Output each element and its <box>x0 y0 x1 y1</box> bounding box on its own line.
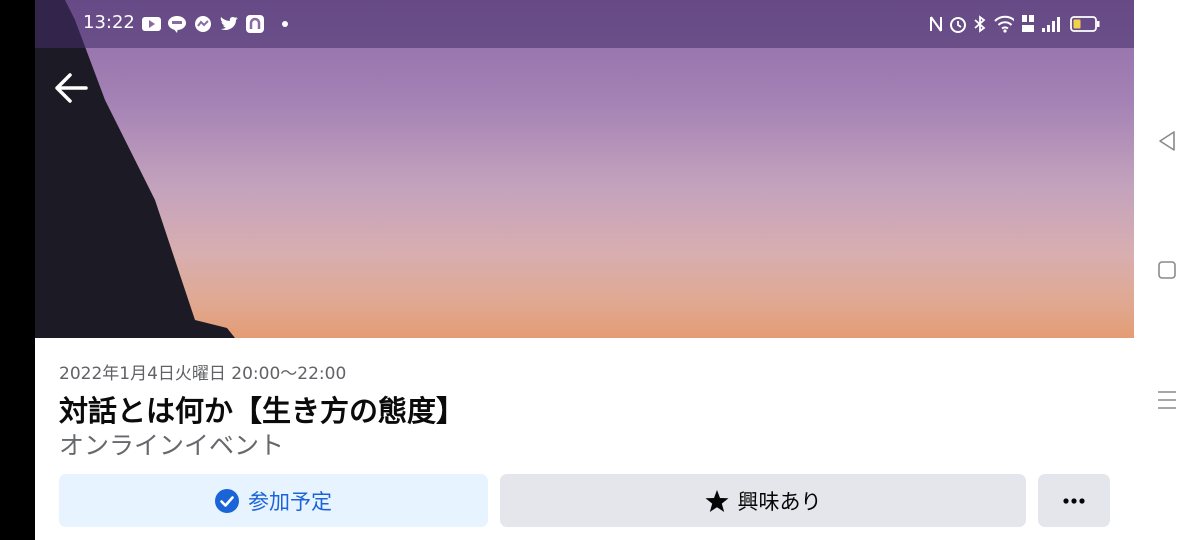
back-button[interactable] <box>51 68 91 108</box>
interested-label: 興味あり <box>737 489 822 514</box>
silhouette-shape <box>35 0 235 338</box>
star-icon <box>705 489 729 513</box>
nav-back-button[interactable] <box>1155 129 1179 153</box>
cover-photo: 13:22 <box>35 0 1134 338</box>
nav-home-button[interactable] <box>1155 258 1179 282</box>
twitter-icon <box>219 14 239 34</box>
nav-menu-button[interactable] <box>1155 388 1179 412</box>
status-bar: 13:22 <box>35 0 1134 48</box>
menu-lines-icon <box>1158 391 1176 409</box>
youtube-icon <box>141 14 161 34</box>
messenger-icon <box>193 14 213 34</box>
interested-button[interactable]: 興味あり <box>500 474 1026 527</box>
going-button[interactable]: 参加予定 <box>59 474 488 527</box>
event-type: オンラインイベント <box>59 431 285 460</box>
arrow-left-icon <box>55 73 88 103</box>
dot-icon <box>275 14 295 34</box>
event-date-time: 2022年1月4日火曜日 20:00〜22:00 <box>59 364 347 384</box>
wifi-icon <box>994 14 1014 34</box>
bluetooth-icon <box>970 14 990 34</box>
event-page: 13:22 2022年1月4日火曜日 20:00〜22:00 対話とは何か【生き… <box>35 0 1134 540</box>
nfc-icon <box>926 14 946 34</box>
system-nav-bar <box>1134 0 1200 540</box>
battery-icon <box>1069 14 1101 34</box>
app-icon <box>245 14 265 34</box>
going-label: 参加予定 <box>248 489 332 514</box>
volte-icon <box>1018 14 1038 34</box>
line-icon <box>167 14 187 34</box>
status-time: 13:22 <box>83 12 135 33</box>
more-dots-icon <box>1063 497 1085 504</box>
square-home-icon <box>1158 261 1176 279</box>
check-circle-icon <box>215 488 239 513</box>
triangle-back-icon <box>1159 131 1175 151</box>
alarm-icon <box>948 14 968 34</box>
event-title: 対話とは何か【生き方の態度】 <box>59 394 466 428</box>
signal-icon <box>1040 14 1060 34</box>
more-options-button[interactable] <box>1038 474 1110 527</box>
screen-edge <box>0 0 35 540</box>
